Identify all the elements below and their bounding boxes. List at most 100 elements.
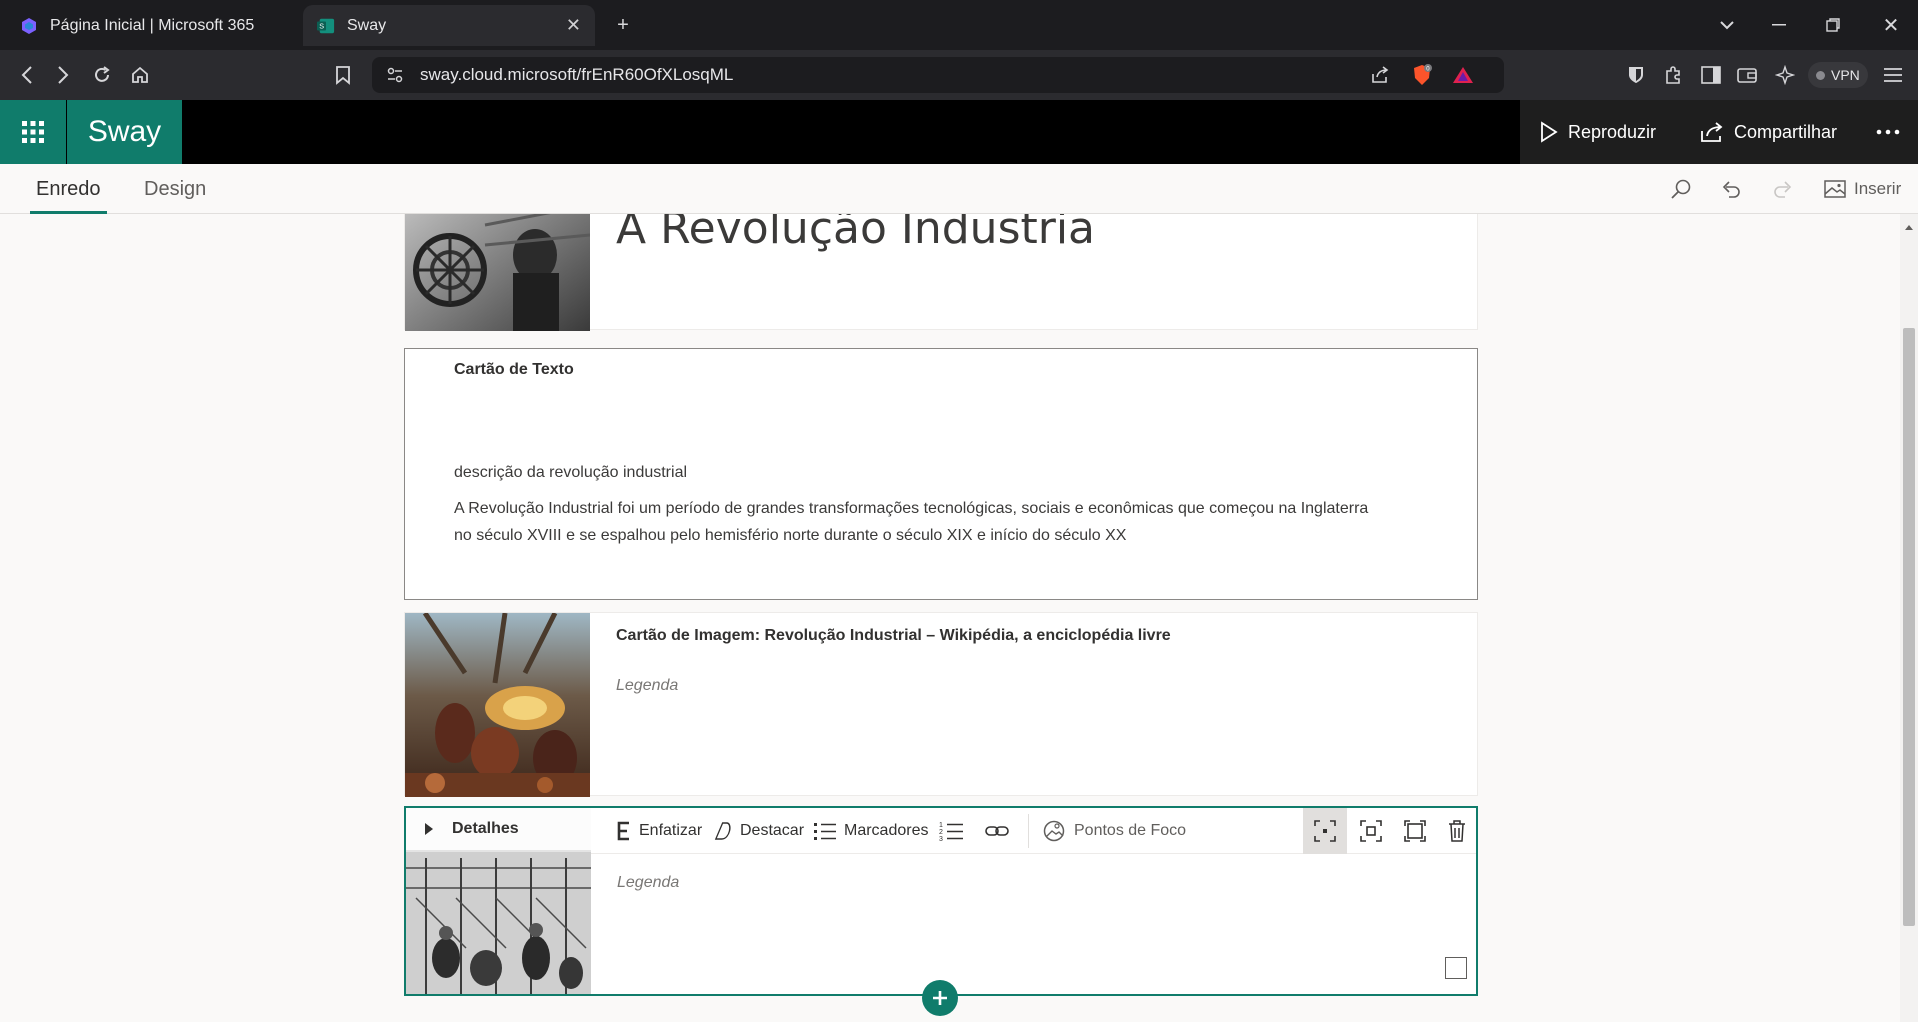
site-settings-icon[interactable] [386,66,404,89]
numbered-list-icon: 123 [939,822,963,842]
bullets-label: Marcadores [844,822,929,839]
redo-icon [1770,176,1796,202]
scrollbar-thumb[interactable] [1903,328,1915,926]
browser-tab-bar: Página Inicial | Microsoft 365 S Sway ✕ … [0,0,1918,50]
browser-tab-microsoft365[interactable]: Página Inicial | Microsoft 365 [6,5,302,46]
menu-icon[interactable] [1880,62,1906,88]
url-field[interactable]: sway.cloud.microsoft/frEnR60OfXLosqML 0 [372,57,1504,93]
scroll-up-arrow-icon[interactable] [1904,224,1914,231]
title-card[interactable]: A Revolução Industria [404,214,1478,331]
text-card-heading[interactable]: descrição da revolução industrial [454,459,687,486]
crop-image-button[interactable] [1349,808,1393,854]
emphasize-label: Enfatizar [639,822,703,839]
sidebar-toggle-icon[interactable] [1698,62,1724,88]
bookmark-icon[interactable] [330,62,356,88]
browser-tab-sway[interactable]: S Sway ✕ [303,5,595,46]
card-title[interactable]: A Revolução Industria [616,214,1095,254]
focus-points-button[interactable]: Pontos de Foco [1042,808,1186,854]
tab-storyline[interactable]: Enredo [30,164,107,214]
insert-button[interactable]: Inserir [1824,164,1901,214]
card-select-checkbox[interactable] [1445,957,1467,979]
highlight-button[interactable]: Destacar [714,808,804,854]
url-text: sway.cloud.microsoft/frEnR60OfXLosqML [420,65,734,84]
extensions-icon[interactable] [1660,62,1686,88]
tab-search-chevron-icon[interactable] [1714,12,1740,38]
more-options-icon[interactable] [1876,100,1910,164]
fit-image-button[interactable] [1303,808,1347,854]
vpn-button[interactable]: VPN [1808,62,1868,88]
bullet-list-icon [814,823,836,840]
header-actions: Reproduzir Compartilhar [1520,100,1918,164]
app-header: Sway Reproduzir Compartilhar [0,100,1918,164]
text-card[interactable]: Cartão de Texto descrição da revolução i… [404,348,1478,600]
new-tab-button[interactable]: + [610,12,636,38]
view-toolbar: Enredo Design Inserir [0,164,1918,214]
svg-text:S: S [319,21,324,30]
sway-icon: S [317,17,335,35]
link-button[interactable] [985,808,1017,854]
caption-field[interactable]: Legenda [617,874,679,892]
reload-icon[interactable] [89,62,115,88]
play-button[interactable]: Reproduzir [1540,100,1656,164]
tab-title: Página Inicial | Microsoft 365 [50,16,255,34]
emphasize-button[interactable]: Enfatizar [617,808,702,854]
text-card-label: Cartão de Texto [454,361,574,378]
svg-text:3: 3 [939,836,943,842]
paragraph-line: A Revolução Industrial foi um período de… [454,500,1369,517]
app-brand[interactable]: Sway [67,100,182,164]
fill-icon [1404,820,1426,842]
brave-shield-icon[interactable]: 0 [1410,63,1434,92]
card-format-toolbar: Enfatizar Destacar Marcadores 123 Pontos… [591,808,1476,854]
text-card-paragraph[interactable]: A Revolução Industrial foi um período de… [454,495,1454,549]
image-card-label: Cartão de Imagem: Revolução Industrial –… [616,627,1171,644]
svg-text:1: 1 [939,822,943,829]
title-card-image[interactable] [405,214,590,331]
fit-icon [1314,820,1336,842]
forward-icon[interactable] [50,62,76,88]
close-icon[interactable]: ✕ [566,15,581,36]
expand-triangle-icon [425,823,433,835]
details-button[interactable]: Detalhes [406,808,591,850]
focus-points-icon [1043,820,1065,842]
details-label: Detalhes [452,820,519,837]
home-icon[interactable] [127,62,153,88]
brave-rewards-icon[interactable] [1452,65,1474,90]
minimize-button[interactable] [1766,12,1792,38]
share-page-icon[interactable] [1370,65,1390,90]
selected-image-card[interactable]: Detalhes Enfatizar Destacar Marcadores 1… [404,806,1478,996]
trash-icon [1449,820,1465,842]
add-card-button[interactable] [922,980,958,1016]
close-window-button[interactable]: ✕ [1878,12,1904,38]
caption-field[interactable]: Legenda [616,677,678,695]
vpn-status-icon [1816,70,1825,80]
share-button[interactable]: Compartilhar [1700,100,1837,164]
share-label: Compartilhar [1734,121,1838,142]
numbered-list-button[interactable]: 123 [939,808,971,854]
image-card[interactable]: Cartão de Imagem: Revolução Industrial –… [404,612,1478,797]
fill-image-button[interactable] [1393,808,1437,854]
app-launcher-icon[interactable] [0,100,66,164]
wallet-icon[interactable] [1734,62,1760,88]
microsoft365-icon [20,17,38,35]
vpn-label: VPN [1831,67,1860,83]
vertical-scrollbar[interactable] [1900,214,1918,1022]
browser-address-bar: sway.cloud.microsoft/frEnR60OfXLosqML 0 … [0,50,1918,100]
bitwarden-extension-icon[interactable] [1623,62,1649,88]
undo-icon[interactable] [1718,176,1744,202]
insert-label: Inserir [1854,179,1902,198]
selected-card-image[interactable]: Detalhes [406,808,591,994]
highlight-icon [714,822,731,840]
restore-button[interactable] [1820,12,1846,38]
image-card-image[interactable] [405,613,590,797]
focus-points-label: Pontos de Foco [1074,822,1187,839]
search-icon[interactable] [1668,176,1694,202]
plus-icon [933,991,947,1005]
svg-text:2: 2 [939,829,943,836]
toolbar-divider [1028,814,1029,848]
leo-ai-icon[interactable] [1772,62,1798,88]
bullets-button[interactable]: Marcadores [814,808,928,854]
back-icon[interactable] [14,62,40,88]
play-icon [1541,121,1558,143]
tab-design[interactable]: Design [138,164,212,214]
delete-card-button[interactable] [1437,808,1477,854]
